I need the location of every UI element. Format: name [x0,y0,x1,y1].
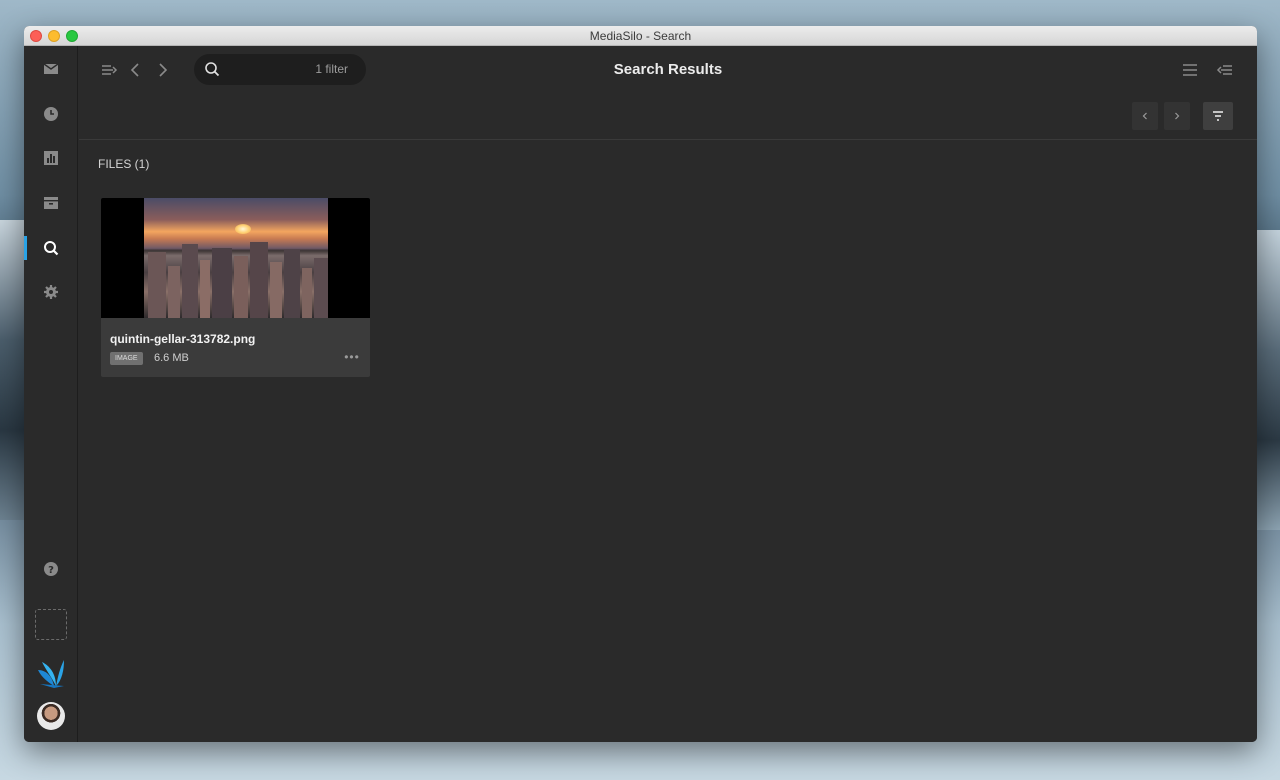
results-toolbar [79,94,1257,140]
filter-count[interactable]: 1 filter [315,62,348,76]
forward-button[interactable] [152,60,172,80]
add-workspace-slot[interactable] [35,609,67,640]
top-toolbar: 1 filter Search Results [79,46,1257,94]
help-icon: ? [44,562,58,576]
collapse-panel-icon [1216,65,1232,75]
file-thumbnail[interactable] [101,198,370,318]
collapse-panel-button[interactable] [1215,60,1235,80]
sidebar-item-inbox[interactable] [24,54,78,84]
recent-icon [44,107,58,121]
list-view-button[interactable] [1180,60,1200,80]
file-type-badge: IMAGE [110,352,143,365]
menu-icon [1183,64,1197,76]
chevron-left-icon [130,63,139,77]
chevron-right-icon [1175,112,1180,120]
main-content: 1 filter Search Results FILES (1) quinti… [79,46,1257,742]
filter-icon [1213,111,1223,121]
file-name[interactable]: quintin-gellar-313782.png [110,332,255,346]
window-title: MediaSilo - Search [589,29,692,43]
files-section-label: FILES (1) [98,157,150,171]
sidebar: ? [24,46,78,742]
file-card[interactable]: quintin-gellar-313782.png IMAGE 6.6 MB •… [101,198,370,377]
title-bar: MediaSilo - Search [24,26,1257,46]
mediasilo-logo-icon [38,660,64,688]
search-icon [205,62,220,77]
inbox-icon [43,63,59,74]
chevron-right-icon [159,63,168,77]
desktop-wallpaper-left [0,220,24,520]
sidebar-item-recent[interactable] [24,99,78,129]
desktop-wallpaper-right [1257,230,1280,530]
chevron-left-icon [1142,112,1147,120]
settings-icon [44,285,58,299]
file-size: 6.6 MB [154,352,189,364]
analytics-icon [44,151,58,165]
filter-button[interactable] [1203,102,1233,130]
more-options-icon[interactable]: ••• [343,350,361,364]
expand-panel-icon [102,65,118,75]
search-input[interactable]: 1 filter [194,54,366,85]
toggle-sidebar-button[interactable] [99,60,119,80]
user-avatar[interactable] [37,702,65,730]
prev-page-button[interactable] [1132,102,1158,130]
city-sunset-image [144,198,328,318]
app-window: MediaSilo - Search ? 1 filter Search Res… [24,26,1257,742]
next-page-button[interactable] [1164,102,1190,130]
help-button[interactable]: ? [24,554,78,584]
sidebar-item-search[interactable] [24,233,78,263]
archive-icon [44,197,58,209]
search-icon [44,241,59,256]
sidebar-item-settings[interactable] [24,277,78,307]
svg-text:?: ? [48,565,54,576]
sidebar-item-archive[interactable] [24,188,78,218]
sidebar-item-analytics[interactable] [24,143,78,173]
back-button[interactable] [126,60,146,80]
